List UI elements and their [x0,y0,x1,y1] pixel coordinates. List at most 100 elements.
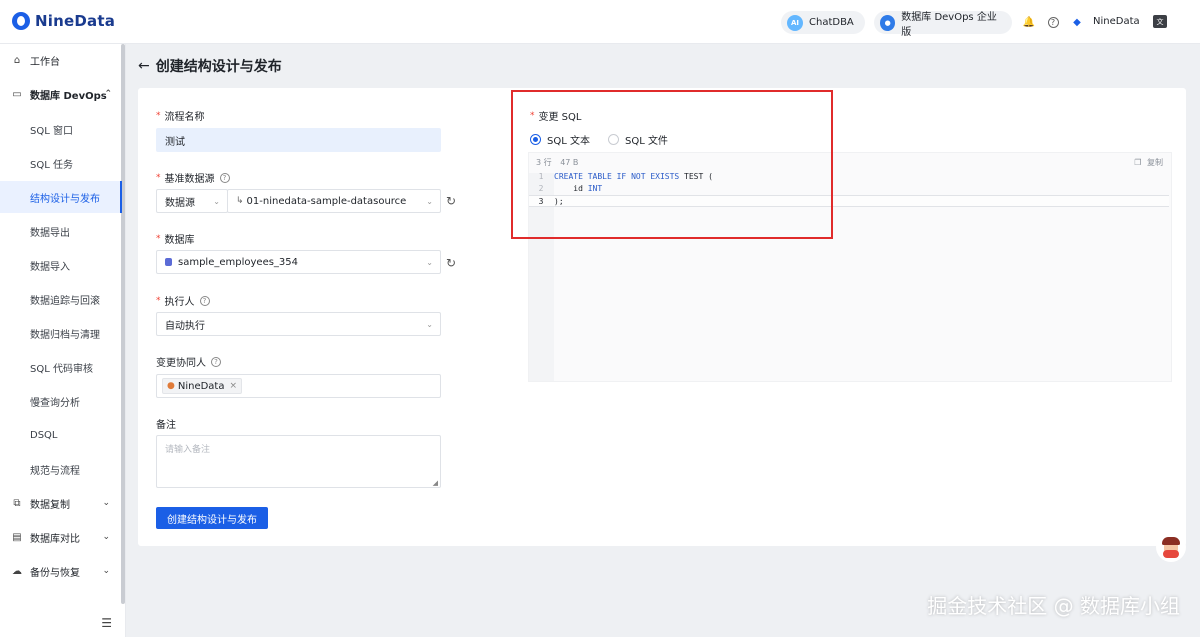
help-icon[interactable]: ? [219,172,230,183]
highlight-annotation-box [511,90,833,239]
sidebar-item-label: 数据库 DevOps [30,90,107,102]
home-icon: ⌂ [13,54,21,66]
sidebar-item-sql-window[interactable]: SQL 窗口 [0,113,122,145]
database-select[interactable]: sample_employees_354 ⌄ [156,250,441,274]
label-text: 变更协同人 [156,358,206,369]
datasource-select[interactable]: ↳ 01-ninedata-sample-datasource ⌄ [227,189,441,213]
page-title: 创建结构设计与发布 [155,59,282,75]
copy-button[interactable]: ❐ 复制 [1134,157,1163,168]
assistant-avatar[interactable] [1156,532,1186,562]
sidebar-item-label: SQL 代码审核 [30,363,93,375]
replication-icon: ⧉ [13,497,21,509]
collapse-sidebar-icon[interactable]: ☰ [0,609,122,637]
required-mark: * [156,295,161,306]
watermark: 掘金技术社区 @ 数据库小组 [927,594,1180,618]
devops-icon: ▭ [12,88,22,100]
create-submit-button[interactable]: 创建结构设计与发布 [156,507,268,529]
sidebar-item-data-export[interactable]: 数据导出 [0,215,122,247]
collaborator-label: 变更协同人 ? [156,354,221,369]
language-switch-icon[interactable]: 文 [1153,15,1167,28]
sidebar-item-backup-restore[interactable]: ☁ 备份与恢复 ⌄ [0,555,122,587]
copy-label: 复制 [1147,158,1163,167]
refresh-database-icon[interactable]: ↻ [446,256,456,270]
process-name-value: 测试 [165,136,185,148]
datasource-type-value: 数据源 [165,197,195,209]
sidebar-item-label: 数据复制 [30,499,70,511]
sidebar-item-db-compare[interactable]: ▤ 数据库对比 ⌄ [0,521,122,553]
sidebar-item-label: DSQL [30,429,58,441]
help-icon[interactable]: ? [211,356,221,367]
chevron-up-icon: ⌃ [104,89,112,99]
top-bar: NineData AI ChatDBA ● 数据库 DevOps 企业版 🔔 ?… [0,0,1200,44]
user-avatar-icon[interactable]: ◆ [1070,15,1084,29]
datasource-value: 01-ninedata-sample-datasource [246,195,407,207]
datasource-type-select[interactable]: 数据源 ⌄ [156,189,228,213]
help-icon[interactable]: ? [1046,15,1060,29]
required-mark: * [156,110,161,121]
process-name-label: * 流程名称 [156,108,205,124]
copy-icon: ❐ [1134,158,1142,167]
chatdba-button[interactable]: AI ChatDBA [781,11,865,34]
collaborator-tag-label: NineData [177,380,225,392]
sidebar-item-label: 数据追踪与回滚 [30,295,100,307]
sidebar-item-label: 结构设计与发布 [30,193,100,205]
globe-icon: ● [880,14,896,31]
sidebar-item-label: 备份与恢复 [30,567,80,579]
sidebar-item-schema-design[interactable]: 结构设计与发布 [0,181,122,213]
chatdba-icon: AI [787,14,803,31]
label-text: 备注 [156,420,176,431]
chevron-down-icon: ⌄ [426,196,433,206]
help-icon[interactable]: ? [199,295,210,306]
chevron-down-icon: ⌄ [426,319,433,329]
page-header: ← 创建结构设计与发布 [138,56,282,76]
back-arrow-icon[interactable]: ← [138,58,150,74]
sidebar: ⌂ 工作台 ▭ 数据库 DevOps ⌃ SQL 窗口 SQL 任务 结构设计与… [0,44,126,637]
label-text: 流程名称 [164,112,205,123]
chevron-down-icon: ⌄ [102,498,110,508]
remark-placeholder: 请输入备注 [165,445,211,455]
sidebar-item-devops[interactable]: ▭ 数据库 DevOps ⌃ [0,78,122,110]
sidebar-item-dsql[interactable]: DSQL [0,419,122,451]
database-icon [165,258,172,266]
notification-bell-icon[interactable]: 🔔 [1022,15,1036,29]
compare-icon: ▤ [12,531,22,543]
sidebar-item-data-import[interactable]: 数据导入 [0,249,122,281]
process-name-input[interactable]: 测试 [156,128,441,152]
sidebar-item-label: 数据导入 [30,261,70,273]
sidebar-item-sql-task[interactable]: SQL 任务 [0,147,122,179]
sidebar-item-rules-process[interactable]: 规范与流程 [0,453,122,485]
sidebar-item-workbench[interactable]: ⌂ 工作台 [0,44,122,76]
chatdba-label: ChatDBA [809,17,854,28]
sidebar-item-slow-query[interactable]: 慢查询分析 [0,385,122,417]
label-text: 基准数据源 [164,174,215,185]
sidebar-item-label: SQL 任务 [30,159,73,171]
chevron-down-icon: ⌄ [102,532,110,542]
remark-textarea[interactable]: 请输入备注 ◢ [156,435,441,488]
sidebar-item-sql-review[interactable]: SQL 代码审核 [0,351,122,383]
executor-select[interactable]: 自动执行 ⌄ [156,312,441,336]
label-text: 数据库 [164,235,195,246]
sidebar-item-label: 数据归档与清理 [30,329,100,341]
database-value: sample_employees_354 [178,256,299,268]
sidebar-item-data-tracking[interactable]: 数据追踪与回滚 [0,283,122,315]
sidebar-item-data-replication[interactable]: ⧉ 数据复制 ⌄ [0,487,122,519]
edition-label: 数据库 DevOps 企业版 [901,11,997,38]
user-name[interactable]: NineData [1093,16,1140,27]
chevron-down-icon: ⌄ [213,196,220,206]
logo-text: NineData [35,12,116,30]
chevron-down-icon: ⌄ [102,566,110,576]
label-text: 执行人 [164,297,195,308]
edition-switcher[interactable]: ● 数据库 DevOps 企业版 [874,11,1012,38]
sidebar-item-label: 数据导出 [30,227,70,239]
remark-label: 备注 [156,416,176,431]
refresh-datasource-icon[interactable]: ↻ [446,194,456,208]
collaborator-select[interactable]: ● NineData × [156,374,441,398]
resize-handle-icon[interactable]: ◢ [433,479,438,487]
required-mark: * [156,233,161,244]
close-icon[interactable]: × [230,381,238,391]
user-avatar-icon: ● [167,381,175,391]
app-logo[interactable]: NineData [12,12,115,30]
sidebar-item-data-archive[interactable]: 数据归档与清理 [0,317,122,349]
support-agent-icon [1162,537,1180,558]
sidebar-item-label: 工作台 [30,56,60,68]
